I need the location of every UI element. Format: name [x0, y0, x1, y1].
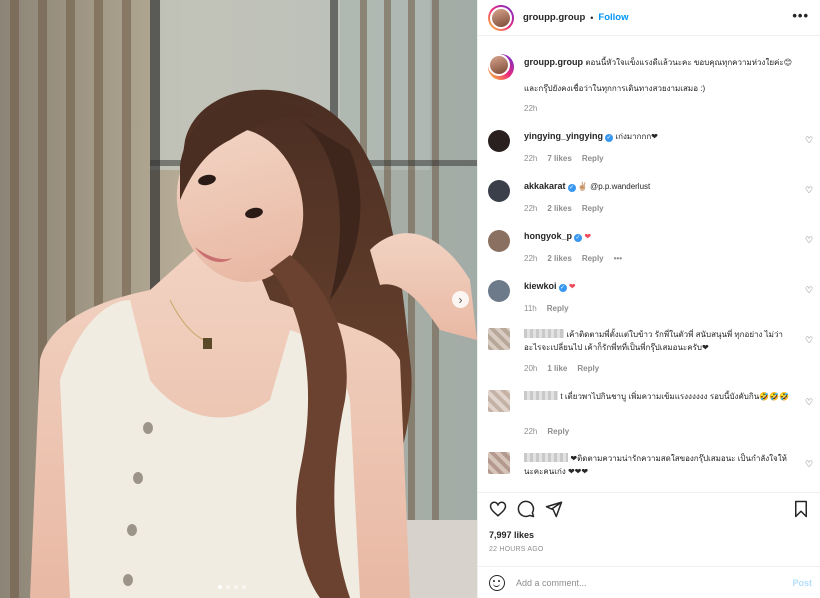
follow-button[interactable]: Follow [598, 12, 628, 23]
blurred-username [524, 391, 558, 400]
comment-meta: 22h 7 likes Reply [524, 154, 604, 163]
comment-username[interactable]: akkakarat [524, 181, 566, 191]
carousel-dot [218, 585, 222, 589]
add-comment-bar: Post [478, 566, 820, 598]
likes-count[interactable]: 7,997 likes [489, 530, 534, 540]
comment-like-heart-icon[interactable]: ♡ [805, 186, 813, 195]
comment-time[interactable]: 22h [524, 254, 537, 263]
post-panel: groupp.group • Follow ••• groupp.group ต… [477, 0, 820, 598]
verified-badge-icon: ✓ [605, 134, 614, 142]
carousel-dot [226, 585, 230, 589]
verified-badge-icon: ✓ [567, 184, 576, 192]
emoji-smiley-icon[interactable] [489, 575, 505, 591]
blurred-username [524, 453, 568, 462]
verified-badge-icon: ✓ [558, 284, 567, 292]
author-avatar[interactable] [488, 4, 514, 31]
comment-username[interactable]: kiewkoi [524, 281, 557, 291]
comments-list[interactable]: groupp.group ตอนนี้หัวใจแข็งแรงดีแล้วนะค… [478, 36, 820, 492]
comment-text: ❤ [584, 232, 592, 241]
caption-text-line1: ตอนนี้หัวใจแข็งแรงดีแล้วนะคะ ขอบคุณทุกคว… [585, 58, 793, 67]
comment-like-heart-icon[interactable]: ♡ [805, 136, 813, 145]
post-photo[interactable]: › [0, 0, 477, 598]
comment-text: t เตี่ยวพาไปกินชาบู เพิ่มความเข้มแรงงงงง… [560, 392, 790, 401]
comment-time[interactable]: 11h [524, 304, 537, 313]
comment-text: ❤ [568, 282, 576, 291]
carousel-dot [234, 585, 238, 589]
comment-like-heart-icon[interactable]: ♡ [805, 460, 813, 469]
post-time-ago[interactable]: 22 HOURS AGO [489, 546, 544, 553]
comment-likes[interactable]: 2 likes [547, 204, 571, 213]
comment-username[interactable]: hongyok_p [524, 231, 572, 241]
post-image [0, 0, 477, 598]
comment-username[interactable]: yingying_yingying [524, 131, 603, 141]
reply-button[interactable]: Reply [547, 304, 569, 313]
comment-options-icon[interactable]: ••• [614, 254, 622, 263]
comment-avatar[interactable] [488, 130, 510, 152]
comment-bubble-icon[interactable] [517, 500, 535, 518]
reply-button[interactable]: Reply [582, 204, 604, 213]
comment-text: ✌🏼 @p.p.wanderlust [577, 182, 651, 191]
comment-like-heart-icon[interactable]: ♡ [805, 398, 813, 407]
comment-meta: 20h 1 like Reply [524, 364, 599, 373]
comment-likes[interactable]: 1 like [547, 364, 567, 373]
header-separator: • [590, 12, 594, 23]
caption-username[interactable]: groupp.group [524, 57, 583, 67]
comment-time[interactable]: 22h [524, 427, 537, 436]
comment-likes[interactable]: 7 likes [547, 154, 571, 163]
comment-time[interactable]: 22h [524, 204, 537, 213]
comment-avatar[interactable] [488, 230, 510, 252]
comment-likes[interactable]: 2 likes [547, 254, 571, 263]
reply-button[interactable]: Reply [577, 364, 599, 373]
caption-time[interactable]: 22h [524, 104, 537, 113]
blurred-username [524, 329, 564, 338]
caption-text-line2: และกรุ๊ปยังคงเชื่อว่าในทุกการเดินทางสวยง… [524, 84, 706, 93]
comment-text: เก่งมากกก❤ [615, 132, 658, 141]
author-username[interactable]: groupp.group [523, 12, 585, 23]
comment-like-heart-icon[interactable]: ♡ [805, 336, 813, 345]
comment-avatar[interactable] [488, 180, 510, 202]
caption-meta: 22h [524, 104, 537, 113]
carousel-dots [218, 585, 246, 589]
comment-meta: 22h 2 likes Reply ••• [524, 254, 622, 263]
comment-avatar[interactable] [488, 280, 510, 302]
bookmark-icon[interactable] [792, 500, 810, 518]
comment-meta: 11h Reply [524, 304, 569, 313]
post-header: groupp.group • Follow ••• [478, 0, 820, 36]
reply-button[interactable]: Reply [582, 154, 604, 163]
comment-avatar[interactable] [488, 390, 510, 412]
reply-button[interactable]: Reply [582, 254, 604, 263]
share-plane-icon[interactable] [545, 500, 563, 518]
comment-avatar[interactable] [488, 452, 510, 474]
caption-avatar[interactable] [488, 54, 514, 80]
comment-avatar[interactable] [488, 328, 510, 350]
add-comment-input[interactable] [516, 575, 766, 591]
comment-like-heart-icon[interactable]: ♡ [805, 286, 813, 295]
reply-button[interactable]: Reply [547, 427, 569, 436]
comment-meta: 22h Reply [524, 427, 569, 436]
next-photo-button[interactable]: › [452, 291, 469, 308]
comment-time[interactable]: 22h [524, 154, 537, 163]
carousel-dot [242, 585, 246, 589]
post-comment-button[interactable]: Post [792, 578, 812, 588]
comment-meta: 22h 2 likes Reply [524, 204, 604, 213]
like-heart-icon[interactable] [489, 500, 507, 518]
post-actions: 7,997 likes 22 HOURS AGO [478, 492, 820, 560]
verified-badge-icon: ✓ [574, 234, 583, 242]
comment-like-heart-icon[interactable]: ♡ [805, 236, 813, 245]
more-options-icon[interactable]: ••• [792, 9, 809, 22]
comment-time[interactable]: 20h [524, 364, 537, 373]
